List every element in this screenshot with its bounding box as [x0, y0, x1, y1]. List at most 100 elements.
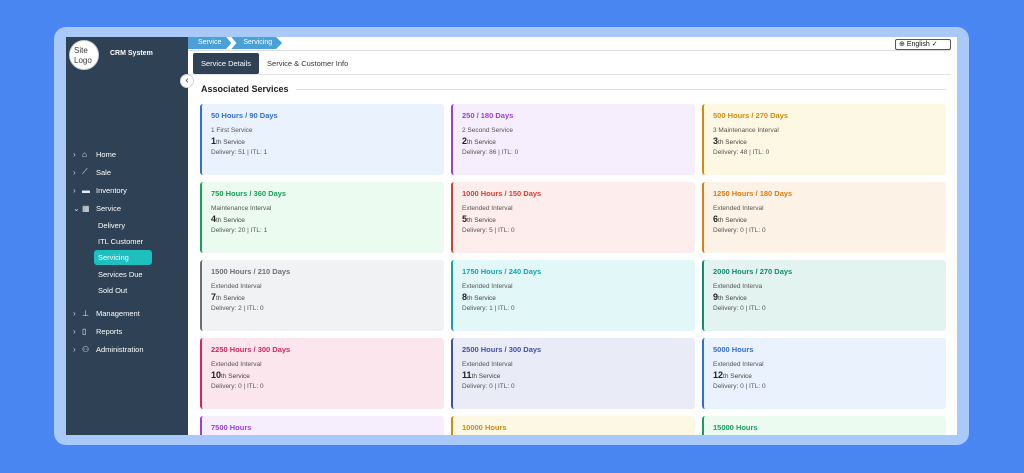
- chevron-right-icon: ›: [73, 167, 76, 177]
- service-card-meta: Delivery: 48 | ITL: 0: [713, 149, 770, 156]
- service-card-title: 50 Hours / 90 Days: [211, 111, 278, 120]
- tab-service-details[interactable]: Service Details: [193, 53, 260, 74]
- breadcrumb-service[interactable]: Service: [188, 37, 232, 49]
- service-card[interactable]: 250 / 180 Days 2 Second Service 2th Servic…: [451, 104, 695, 175]
- collapse-sidebar-button[interactable]: ‹: [180, 74, 194, 88]
- sidebar-item-label: Service: [96, 203, 122, 213]
- service-card-meta: Delivery: 20 | ITL: 1: [211, 227, 268, 234]
- service-card-meta: Delivery: 0 | ITL: 0: [211, 383, 264, 390]
- service-card-number: 6th Service: [713, 214, 937, 224]
- sidebar-sub-services-due[interactable]: Services Due: [66, 266, 188, 282]
- sidebar-item-administration[interactable]: › ⚇ Administration: [66, 340, 188, 358]
- app-window: Site Logo CRM System › ⌂ Home › ⟋ Sale ›…: [66, 37, 957, 435]
- service-card-desc: Extended Interval: [713, 361, 764, 368]
- app-name: CRM System: [110, 50, 153, 57]
- service-card[interactable]: 500 Hours / 270 Days 3 Maintenance Interv…: [702, 104, 946, 175]
- service-card-title: 2250 Hours / 300 Days: [211, 345, 291, 354]
- sidebar-sub-itl-customer[interactable]: ITL Customer: [66, 233, 188, 249]
- service-card-number: 12th Service: [713, 370, 937, 380]
- service-card[interactable]: 2250 Hours / 300 Days Extended Interval 10…: [200, 338, 444, 409]
- service-card-number: 9th Service: [713, 292, 937, 302]
- chevron-right-icon: ›: [73, 344, 76, 354]
- document-icon: ▯: [82, 326, 87, 336]
- service-card-title: 5000 Hours: [713, 345, 754, 354]
- service-card[interactable]: 7500 Hours: [200, 416, 444, 435]
- sidebar-sub-sold-out[interactable]: Sold Out: [66, 282, 188, 298]
- service-card[interactable]: 2500 Hours / 300 Days Extended Interval 11…: [451, 338, 695, 409]
- sidebar-item-home[interactable]: › ⌂ Home: [66, 145, 188, 163]
- service-card-suffix: th Service: [221, 373, 250, 380]
- tab-bar: Service Details Service & Customer Info: [193, 53, 356, 74]
- sidebar-item-reports[interactable]: › ▯ Reports: [66, 322, 188, 340]
- service-card-index: 12: [713, 370, 724, 380]
- divider: [296, 89, 946, 90]
- sidebar-sub-label: Sold Out: [98, 285, 128, 295]
- service-card-suffix: th Service: [471, 373, 501, 380]
- globe-icon: ⊕: [899, 41, 905, 48]
- sidebar-sub-label: Services Due: [98, 269, 143, 279]
- breadcrumb: Service Servicing: [188, 37, 283, 49]
- sidebar-sub-label: ITL Customer: [98, 236, 144, 246]
- service-card-desc: Extended Interval: [211, 361, 262, 368]
- service-card-desc: Maintenance Interval: [211, 205, 272, 212]
- sidebar-item-label: Management: [96, 308, 140, 318]
- chevron-right-icon: ›: [73, 326, 76, 336]
- service-card-title: 15000 Hours: [713, 423, 758, 432]
- main-content: Service Servicing ⊕ English ✓ Service De…: [188, 37, 957, 435]
- service-card[interactable]: 10000 Hours: [451, 416, 695, 435]
- service-card-title: 1000 Hours / 150 Days: [462, 189, 542, 198]
- service-card-number: 4th Service: [211, 214, 435, 224]
- service-card-title: 1250 Hours / 180 Days: [713, 189, 793, 198]
- service-card[interactable]: 15000 Hours: [702, 416, 946, 435]
- service-card-suffix: th Service: [467, 139, 496, 146]
- tab-service-customer-info[interactable]: Service & Customer Info: [259, 53, 356, 74]
- service-card-title: 250 / 180 Days: [462, 111, 514, 120]
- service-card[interactable]: 50 Hours / 90 Days 1 First Service 1th Ser…: [200, 104, 444, 175]
- sidebar-item-management[interactable]: › ⊥ Management: [66, 304, 188, 322]
- service-card-meta: Delivery: 2 | ITL: 0: [211, 305, 264, 312]
- breadcrumb-servicing[interactable]: Servicing: [231, 37, 283, 49]
- service-card[interactable]: 1250 Hours / 180 Days Extended Interval 6t…: [702, 182, 946, 253]
- sidebar-sub-delivery[interactable]: Delivery: [66, 217, 188, 233]
- service-card[interactable]: 1000 Hours / 150 Days Extended Interval 5t…: [451, 182, 695, 253]
- sidebar-item-label: Reports: [96, 326, 123, 336]
- service-card-suffix: th Service: [723, 373, 752, 380]
- service-card-meta: Delivery: 5 | ITL: 0: [462, 227, 515, 234]
- service-card-meta: Delivery: 0 | ITL: 0: [462, 383, 515, 390]
- sidebar-item-sale[interactable]: › ⟋ Sale: [66, 163, 188, 181]
- service-card-desc: Extended Interval: [462, 361, 513, 368]
- service-card-suffix: th Service: [718, 217, 747, 224]
- service-card[interactable]: 2000 Hours / 270 Days Extended Interva 9th…: [702, 260, 946, 331]
- divider: [188, 74, 951, 75]
- service-card[interactable]: 750 Hours / 360 Days Maintenance Interval…: [200, 182, 444, 253]
- service-card-title: 7500 Hours: [211, 423, 252, 432]
- home-icon: ⌂: [82, 149, 87, 159]
- sidebar-sub-servicing[interactable]: Servicing: [66, 250, 188, 266]
- service-card-number: 7th Service: [211, 292, 435, 302]
- sidebar-item-service[interactable]: ⌄ ▦ Service: [66, 199, 188, 217]
- sidebar-item-inventory[interactable]: › ▬ Inventory: [66, 181, 188, 199]
- service-card-meta: Delivery: 0 | ITL: 0: [713, 305, 766, 312]
- service-card[interactable]: 5000 Hours Extended Interval 12th Service D…: [702, 338, 946, 409]
- service-card-number: 11th Service: [462, 370, 686, 380]
- org-chart-icon: ⊥: [82, 308, 89, 318]
- service-card-desc: Extended Interva: [713, 283, 763, 290]
- service-card-desc: Extended Interval: [462, 205, 513, 212]
- service-card-desc: 1 First Service: [211, 127, 253, 134]
- service-card-meta: Delivery: 86 | ITL: 0: [462, 149, 519, 156]
- grid-icon: ▦: [82, 203, 90, 213]
- site-logo[interactable]: Site Logo: [69, 40, 99, 70]
- service-card-title: 2000 Hours / 270 Days: [713, 267, 793, 276]
- service-card-desc: Extended Interval: [713, 205, 764, 212]
- service-card-suffix: th Service: [467, 295, 496, 302]
- language-select[interactable]: ⊕ English ✓: [895, 39, 951, 50]
- chevron-right-icon: ›: [73, 149, 76, 159]
- service-card[interactable]: 1500 Hours / 210 Days Extended Interval 7t…: [200, 260, 444, 331]
- service-card-desc: Extended Interval: [462, 283, 513, 290]
- service-card[interactable]: 1750 Hours / 240 Days Extended Interval 8t…: [451, 260, 695, 331]
- service-card-title: 500 Hours / 270 Days: [713, 111, 789, 120]
- sidebar-sub-label: Delivery: [98, 220, 126, 230]
- service-card-title: 750 Hours / 360 Days: [211, 189, 287, 198]
- service-card-meta: Delivery: 0 | ITL: 0: [713, 383, 766, 390]
- service-card-index: 10: [211, 370, 222, 380]
